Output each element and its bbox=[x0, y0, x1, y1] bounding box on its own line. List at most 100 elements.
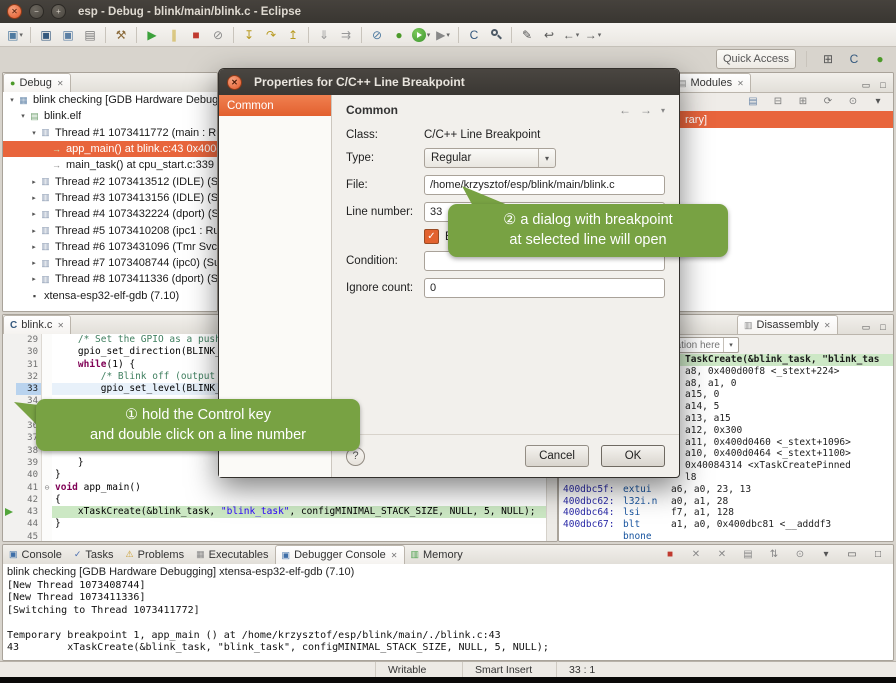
thread-item[interactable]: ▸▥Thread #8 1073411336 (dport) (Sus bbox=[3, 271, 217, 287]
window-close-button[interactable]: ✕ bbox=[7, 4, 22, 19]
tab-blink-c[interactable]: C blink.c ✕ bbox=[3, 315, 71, 334]
window-maximize-button[interactable]: + bbox=[51, 4, 66, 19]
line-number[interactable]: 40 bbox=[16, 469, 42, 481]
close-icon[interactable]: ✕ bbox=[391, 551, 398, 560]
twistie-icon[interactable]: ▸ bbox=[29, 178, 39, 186]
thread-item[interactable]: ▸▥Thread #5 1073410208 (ipc1 : Runni bbox=[3, 222, 217, 238]
tab-executables[interactable]: ▦Executables bbox=[190, 545, 274, 564]
launch-config-item[interactable]: ▾▦blink checking [GDB Hardware Debug bbox=[3, 92, 217, 108]
line-number[interactable]: 29 bbox=[16, 334, 42, 346]
twistie-icon[interactable]: ▸ bbox=[29, 194, 39, 202]
quick-access-button[interactable]: Quick Access bbox=[716, 49, 796, 69]
thread-item[interactable]: ▸▥Thread #6 1073431096 (Tmr Svc) (S bbox=[3, 239, 217, 255]
disassembly-row[interactable]: bnone bbox=[559, 531, 893, 541]
disconnect-button[interactable]: ⊘ bbox=[208, 25, 228, 45]
debug-button[interactable]: ● bbox=[389, 25, 409, 45]
forward-button[interactable]: →▾ bbox=[583, 25, 603, 45]
search-button[interactable] bbox=[486, 25, 506, 45]
refresh-button[interactable]: ⟳ bbox=[818, 92, 838, 112]
forward-arrow-icon[interactable]: → bbox=[640, 103, 652, 117]
terminate-console-button[interactable]: ■ bbox=[660, 545, 680, 565]
tab-memory[interactable]: ▥Memory bbox=[405, 545, 469, 564]
resume-button[interactable]: ▶ bbox=[142, 25, 162, 45]
thread-item[interactable]: ▸▥Thread #3 1073413156 (IDLE) (Susp bbox=[3, 190, 217, 206]
disassembly-row[interactable]: 400dbc67:blta1, a0, 0x400dbc81 <__adddf3 bbox=[559, 519, 893, 531]
ignore-count-field[interactable] bbox=[424, 278, 665, 298]
view-menu-icon[interactable]: ▾ bbox=[661, 106, 665, 115]
console-output[interactable]: [New Thread 1073408744][New Thread 10734… bbox=[3, 580, 893, 654]
step-over-button[interactable]: ↷ bbox=[261, 25, 281, 45]
cpp-perspective-button[interactable]: C bbox=[844, 49, 864, 69]
thread-item[interactable]: ▸▥Thread #7 1073408744 (ipc0) (Susp bbox=[3, 255, 217, 271]
cancel-button[interactable]: Cancel bbox=[525, 445, 589, 467]
code-text[interactable]: { bbox=[52, 494, 547, 506]
collapse-all-button[interactable]: ⊟ bbox=[768, 92, 788, 112]
line-number[interactable]: 41 bbox=[16, 482, 42, 494]
minimize-view-icon[interactable]: ▭ bbox=[859, 78, 873, 92]
disassembly-row[interactable]: 400dbc64:lsif7, a1, 128 bbox=[559, 507, 893, 519]
thread-item[interactable]: ▾▥Thread #1 1073411772 (main : Runn bbox=[3, 125, 217, 141]
pin-console-button[interactable]: ⊙ bbox=[790, 545, 810, 565]
debugger-process-item[interactable]: ▪xtensa-esp32-elf-gdb (7.10) bbox=[3, 288, 217, 304]
tab-disassembly[interactable]: ▥ Disassembly ✕ bbox=[737, 315, 838, 334]
terminate-button[interactable]: ■ bbox=[186, 25, 206, 45]
window-minimize-button[interactable]: − bbox=[29, 4, 44, 19]
minimize-view-icon[interactable]: ▭ bbox=[859, 320, 873, 334]
instruction-stepping-button[interactable]: ⇉ bbox=[336, 25, 356, 45]
maximize-view-icon[interactable]: □ bbox=[876, 320, 890, 334]
line-number[interactable]: 30 bbox=[16, 346, 42, 358]
twistie-icon[interactable]: ▸ bbox=[29, 210, 39, 218]
twistie-icon[interactable]: ▸ bbox=[29, 243, 39, 251]
line-number[interactable]: 31 bbox=[16, 359, 42, 371]
tab-console[interactable]: ▣Console bbox=[3, 545, 68, 564]
clear-console-button[interactable]: ▤ bbox=[738, 545, 758, 565]
line-number[interactable]: 33 bbox=[16, 383, 42, 395]
code-text[interactable] bbox=[52, 531, 547, 541]
twistie-icon[interactable]: ▾ bbox=[29, 129, 39, 137]
process-item[interactable]: ▾▤blink.elf bbox=[3, 108, 217, 124]
save-all-button[interactable]: ▣ bbox=[58, 25, 78, 45]
stack-frame-item[interactable]: →main_task() at cpu_start.c:339 0x4 bbox=[3, 157, 217, 173]
view-menu-button[interactable]: ▾ bbox=[868, 92, 888, 112]
code-text[interactable]: void app_main() bbox=[52, 482, 547, 494]
disassembly-row[interactable]: 400dbc5f:extuia6, a0, 23, 13 bbox=[559, 484, 893, 496]
edit-button[interactable]: ✎ bbox=[517, 25, 537, 45]
new-cpp-button[interactable]: C bbox=[464, 25, 484, 45]
build-button[interactable]: ⚒ bbox=[111, 25, 131, 45]
print-button[interactable]: ▤ bbox=[80, 25, 100, 45]
fold-marker-icon[interactable]: ⊖ bbox=[42, 482, 52, 494]
twistie-icon[interactable]: ▸ bbox=[29, 259, 39, 267]
expand-all-button[interactable]: ⊞ bbox=[793, 92, 813, 112]
twistie-icon[interactable]: ▾ bbox=[7, 96, 17, 104]
line-number[interactable]: 43 bbox=[16, 506, 42, 518]
disassembly-row[interactable]: 400dbc62:l32i.na0, a1, 28 bbox=[559, 496, 893, 508]
ok-button[interactable]: OK bbox=[601, 445, 665, 467]
line-number[interactable]: 45 bbox=[16, 531, 42, 541]
tab-debug[interactable]: ● Debug ✕ bbox=[3, 73, 71, 92]
back-arrow-icon[interactable]: ← bbox=[619, 103, 631, 117]
tab-tasks[interactable]: ✓Tasks bbox=[68, 545, 120, 564]
thread-item[interactable]: ▸▥Thread #2 1073413512 (IDLE) (Susp bbox=[3, 173, 217, 189]
close-icon[interactable]: ✕ bbox=[57, 321, 64, 330]
remove-launch-button[interactable]: ✕ bbox=[686, 545, 706, 565]
step-into-button[interactable]: ↧ bbox=[239, 25, 259, 45]
display-console-button[interactable]: ▾ bbox=[816, 545, 836, 565]
twistie-icon[interactable]: ▸ bbox=[29, 275, 39, 283]
type-select[interactable]: Regular ▾ bbox=[424, 148, 556, 168]
suspend-button[interactable]: ∥ bbox=[164, 25, 184, 45]
maximize-view-icon[interactable]: □ bbox=[876, 78, 890, 92]
line-number[interactable]: 42 bbox=[16, 494, 42, 506]
stack-frame-item[interactable]: →app_main() at blink.c:43 0x400db bbox=[3, 141, 217, 157]
dialog-close-button[interactable]: ✕ bbox=[227, 75, 242, 90]
thread-item[interactable]: ▸▥Thread #4 1073432224 (dport) (Sus bbox=[3, 206, 217, 222]
skip-breakpoints-button[interactable]: ⊘ bbox=[367, 25, 387, 45]
tab-modules[interactable]: ▤ Modules ✕ bbox=[671, 73, 751, 92]
enabled-checkbox[interactable]: ✓ bbox=[424, 229, 439, 244]
line-number[interactable]: 39 bbox=[16, 457, 42, 469]
twistie-icon[interactable]: ▸ bbox=[29, 227, 39, 235]
minimize-view-button[interactable]: ▭ bbox=[842, 545, 862, 565]
twistie-icon[interactable]: ▾ bbox=[18, 112, 28, 120]
close-icon[interactable]: ✕ bbox=[737, 79, 744, 88]
save-button[interactable]: ▣ bbox=[36, 25, 56, 45]
line-number[interactable]: 32 bbox=[16, 371, 42, 383]
